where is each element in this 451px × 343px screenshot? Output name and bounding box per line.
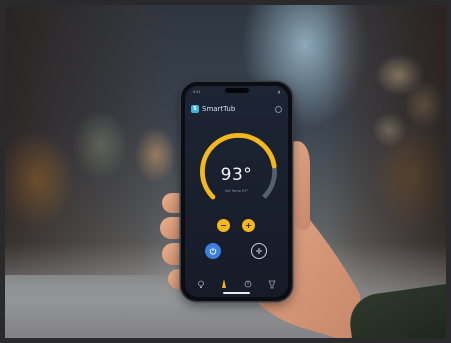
smartphone: 9:41 ▮ S SmartTub 93° Set Temp 93° − +: [181, 82, 292, 301]
app-title: SmartTub: [202, 105, 236, 113]
home-indicator: [223, 292, 250, 294]
filter-icon[interactable]: [268, 274, 276, 293]
fan-icon: [256, 248, 262, 254]
temperature-value: 93°: [220, 165, 253, 185]
bottom-nav: [189, 276, 284, 290]
power-button[interactable]: [205, 243, 221, 259]
power-icon: [209, 247, 217, 255]
jets-icon[interactable]: [221, 274, 227, 293]
phone-screen: 9:41 ▮ S SmartTub 93° Set Temp 93° − +: [185, 86, 288, 297]
temperature-subtext: Set Temp 93°: [224, 189, 249, 193]
building-left: [5, 5, 175, 275]
battery-icon: ▮: [278, 90, 280, 94]
bulb-icon[interactable]: [197, 274, 205, 293]
app-logo-letter: S: [193, 106, 197, 112]
thermometer-icon[interactable]: [244, 274, 252, 293]
increase-temp-button[interactable]: +: [242, 219, 255, 232]
app-logo-icon: S: [191, 105, 199, 113]
app-header: S SmartTub: [191, 103, 282, 115]
settings-icon[interactable]: [275, 105, 282, 113]
status-bar: 9:41 ▮: [193, 89, 280, 95]
photo-frame: 9:41 ▮ S SmartTub 93° Set Temp 93° − +: [0, 0, 451, 343]
fan-button[interactable]: [251, 243, 267, 259]
status-time: 9:41: [193, 90, 201, 94]
decrease-temp-button[interactable]: −: [217, 219, 230, 232]
